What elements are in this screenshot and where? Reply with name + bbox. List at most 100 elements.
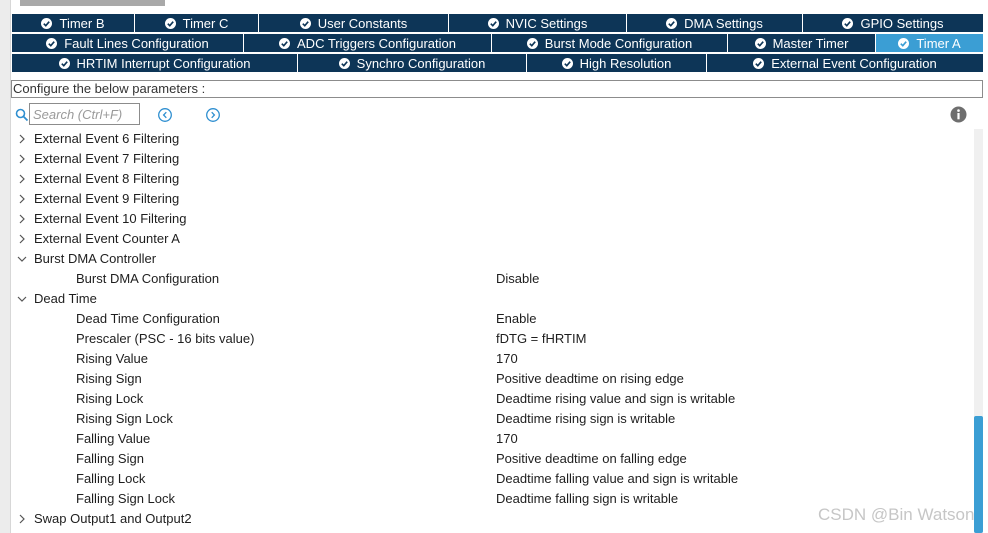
parameter-row[interactable]: Rising Sign Positive deadtime on rising … xyxy=(12,369,972,389)
parameter-name: Falling Lock xyxy=(76,471,146,486)
parameter-row[interactable]: Prescaler (PSC - 16 bits value) fDTG = f… xyxy=(12,329,972,349)
chevron-right-icon[interactable] xyxy=(16,193,28,205)
top-scroll-strip xyxy=(20,0,165,6)
tab-label: Timer C xyxy=(182,15,229,31)
parameter-row[interactable]: Rising Value 170 xyxy=(12,349,972,369)
tab-synchro-configuration[interactable]: Synchro Configuration xyxy=(298,54,527,73)
watermark: CSDN @Bin Watson xyxy=(818,505,975,524)
chevron-right-icon[interactable] xyxy=(16,513,28,525)
chevron-right-icon[interactable] xyxy=(16,173,28,185)
parameter-name: Rising Sign xyxy=(76,371,142,386)
tree-group-row[interactable]: Burst DMA Controller xyxy=(12,249,972,269)
tab-gpio-settings[interactable]: GPIO Settings xyxy=(803,14,984,33)
tab-row-2: Fault Lines Configuration ADC Triggers C… xyxy=(12,34,984,54)
group-label: External Event 9 Filtering xyxy=(34,191,180,206)
tab-burst-mode-configuration[interactable]: Burst Mode Configuration xyxy=(492,34,728,53)
group-label: External Event 8 Filtering xyxy=(34,171,180,186)
tab-row-1: Timer B Timer C User Constants NVIC Sett… xyxy=(12,14,984,34)
chevron-left-circle-icon[interactable] xyxy=(157,107,173,123)
parameter-row[interactable]: Falling Value 170 xyxy=(12,429,972,449)
parameter-value[interactable]: 170 xyxy=(496,429,518,449)
parameter-row[interactable]: Rising Sign Lock Deadtime rising sign is… xyxy=(12,409,972,429)
check-circle-icon xyxy=(753,57,765,69)
check-circle-icon xyxy=(338,57,350,69)
check-circle-icon xyxy=(754,37,766,49)
tab-label: DMA Settings xyxy=(684,15,763,31)
group-label: Burst DMA Controller xyxy=(34,251,157,266)
tree-group-row[interactable]: External Event 8 Filtering xyxy=(12,169,972,189)
parameter-value[interactable]: Deadtime rising value and sign is writab… xyxy=(496,389,735,409)
parameter-value[interactable]: Positive deadtime on falling edge xyxy=(496,449,687,469)
tab-label: ADC Triggers Configuration xyxy=(297,35,456,51)
tab-bar: Timer B Timer C User Constants NVIC Sett… xyxy=(12,14,984,74)
chevron-down-icon[interactable] xyxy=(16,293,28,305)
tab-nvic-settings[interactable]: NVIC Settings xyxy=(449,14,627,33)
tab-user-constants[interactable]: User Constants xyxy=(259,14,449,33)
parameter-value[interactable]: fDTG = fHRTIM xyxy=(496,329,586,349)
check-circle-icon xyxy=(842,17,854,29)
tree-group-row[interactable]: External Event 6 Filtering xyxy=(12,129,972,149)
chevron-right-icon[interactable] xyxy=(16,213,28,225)
tab-label: External Event Configuration xyxy=(771,55,937,71)
chevron-right-icon[interactable] xyxy=(16,153,28,165)
parameter-row[interactable]: Rising Lock Deadtime rising value and si… xyxy=(12,389,972,409)
tree-group-row[interactable]: External Event Counter A xyxy=(12,229,972,249)
chevron-right-icon[interactable] xyxy=(16,233,28,245)
parameter-value[interactable]: 170 xyxy=(496,349,518,369)
tab-timer-c[interactable]: Timer C xyxy=(135,14,259,33)
chevron-right-circle-icon[interactable] xyxy=(205,107,221,123)
check-circle-icon xyxy=(666,17,678,29)
chevron-down-icon[interactable] xyxy=(16,253,28,265)
tab-external-event-configuration[interactable]: External Event Configuration xyxy=(707,54,984,73)
tab-fault-lines-configuration[interactable]: Fault Lines Configuration xyxy=(12,34,244,53)
tree-group-row[interactable]: Dead Time xyxy=(12,289,972,309)
check-circle-icon xyxy=(58,57,70,69)
group-label: Swap Output1 and Output2 xyxy=(34,511,192,526)
chevron-right-icon[interactable] xyxy=(16,133,28,145)
tree-group-row[interactable]: External Event 7 Filtering xyxy=(12,149,972,169)
check-circle-icon xyxy=(299,17,311,29)
parameter-value[interactable]: Deadtime falling value and sign is writa… xyxy=(496,469,738,489)
group-label: External Event 7 Filtering xyxy=(34,151,180,166)
tab-label: HRTIM Interrupt Configuration xyxy=(76,55,251,71)
group-label: External Event 6 Filtering xyxy=(34,131,180,146)
parameter-row[interactable]: Burst DMA Configuration Disable xyxy=(12,269,972,289)
parameter-name: Rising Sign Lock xyxy=(76,411,173,426)
tab-label: GPIO Settings xyxy=(860,15,944,31)
info-icon[interactable] xyxy=(950,106,967,123)
search-input[interactable] xyxy=(29,103,140,125)
search-icon[interactable] xyxy=(15,108,29,122)
group-label: External Event 10 Filtering xyxy=(34,211,187,226)
parameter-row[interactable]: Falling Sign Positive deadtime on fallin… xyxy=(12,449,972,469)
check-circle-icon xyxy=(46,37,58,49)
tab-label: User Constants xyxy=(317,15,408,31)
parameter-value[interactable]: Deadtime rising sign is writable xyxy=(496,409,675,429)
parameter-value[interactable]: Positive deadtime on rising edge xyxy=(496,369,684,389)
tab-row-3: HRTIM Interrupt Configuration Synchro Co… xyxy=(12,54,984,74)
check-circle-icon xyxy=(561,57,573,69)
tab-adc-triggers-configuration[interactable]: ADC Triggers Configuration xyxy=(244,34,492,53)
parameter-value[interactable]: Disable xyxy=(496,269,539,289)
parameter-row[interactable]: Dead Time Configuration Enable xyxy=(12,309,972,329)
tab-high-resolution[interactable]: High Resolution xyxy=(527,54,707,73)
tab-label: Synchro Configuration xyxy=(356,55,486,71)
parameter-name: Rising Value xyxy=(76,351,149,366)
window-left-edge xyxy=(0,0,11,533)
parameter-row[interactable]: Falling Lock Deadtime falling value and … xyxy=(12,469,972,489)
group-label: Dead Time xyxy=(34,291,97,306)
tab-timer-a[interactable]: Timer A xyxy=(876,34,984,53)
tree-group-row[interactable]: External Event 9 Filtering xyxy=(12,189,972,209)
tab-hrtim-interrupt-configuration[interactable]: HRTIM Interrupt Configuration xyxy=(12,54,298,73)
tab-label: Timer A xyxy=(916,35,961,51)
tab-timer-b[interactable]: Timer B xyxy=(12,14,135,33)
check-circle-icon xyxy=(487,17,499,29)
vertical-scrollbar-thumb[interactable] xyxy=(974,416,983,533)
tab-dma-settings[interactable]: DMA Settings xyxy=(627,14,803,33)
tree-group-row[interactable]: External Event 10 Filtering xyxy=(12,209,972,229)
parameter-value[interactable]: Deadtime falling sign is writable xyxy=(496,489,678,509)
tab-label: High Resolution xyxy=(579,55,672,71)
parameter-value[interactable]: Enable xyxy=(496,309,536,329)
check-circle-icon xyxy=(41,17,53,29)
parameter-name: Falling Sign xyxy=(76,451,144,466)
tab-master-timer[interactable]: Master Timer xyxy=(728,34,876,53)
